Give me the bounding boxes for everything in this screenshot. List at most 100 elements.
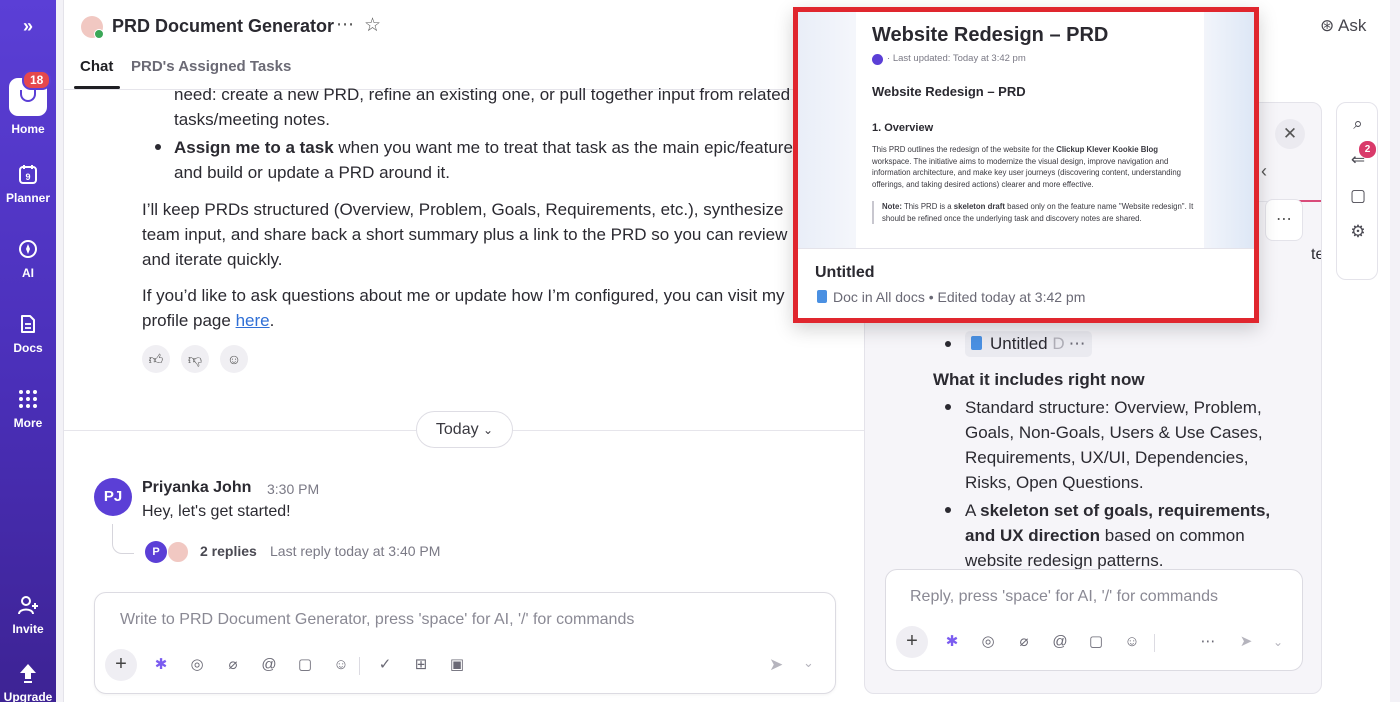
doc-info: Doc in All docs • Edited today at 3:42 p…: [817, 289, 1085, 305]
composer-placeholder[interactable]: Write to PRD Document Generator, press '…: [120, 611, 634, 629]
expand-sidebar-icon[interactable]: »: [0, 16, 56, 37]
comment-icon[interactable]: ▢: [1337, 186, 1379, 206]
thumbs-down-icon[interactable]: 👎︎: [181, 345, 209, 373]
rail-item-docs[interactable]: Docs: [0, 313, 56, 355]
section-heading: What it includes right now: [933, 370, 1145, 389]
panel-text-line: Standard structure: Overview, Problem,: [965, 398, 1262, 417]
home-notification-badge: 18: [22, 70, 52, 90]
bullet-dot: [945, 404, 951, 410]
more-options-icon[interactable]: ⋯: [1198, 632, 1218, 652]
reply-avatar: [167, 541, 189, 563]
create-task-icon[interactable]: ✓: [375, 655, 395, 675]
message-text: Hey, let's get started!: [142, 503, 291, 520]
add-attachment-button[interactable]: +: [896, 626, 928, 658]
calendar-icon: 9: [19, 165, 37, 184]
panel-text-fragment: te: [1311, 246, 1321, 263]
image-icon[interactable]: ▣: [447, 655, 467, 675]
bold-text: Note:: [882, 202, 902, 211]
tab-chat[interactable]: Chat: [80, 58, 113, 75]
rail-item-upgrade[interactable]: Upgrade: [0, 662, 56, 702]
preview-subheading: 1. Overview: [872, 122, 934, 134]
rail-label-upgrade: Upgrade: [3, 690, 53, 702]
panel-text-line: and UX direction based on common: [965, 523, 1245, 548]
search-icon[interactable]: ⌕: [1337, 114, 1379, 134]
toolbar-divider: [1154, 634, 1155, 652]
rail-item-more[interactable]: More: [0, 388, 56, 430]
bullet-dot: [155, 144, 161, 150]
reply-placeholder[interactable]: Reply, press 'space' for AI, '/' for com…: [910, 588, 1218, 606]
text: profile page: [142, 311, 236, 330]
comment-icon[interactable]: ▢: [295, 655, 315, 675]
add-user-icon: [18, 596, 38, 615]
rail-item-ai[interactable]: AI: [0, 238, 56, 280]
panel-text-line: Risks, Open Questions.: [965, 473, 1144, 492]
emoji-icon[interactable]: ☺: [331, 655, 351, 675]
rail-item-planner[interactable]: 9 Planner: [0, 163, 56, 205]
chevron-down-icon[interactable]: ⌄: [1268, 632, 1288, 652]
bold-text: skeleton set of goals, requirements,: [980, 501, 1271, 520]
preview-note: Note: This PRD is a skeleton draft based…: [872, 201, 1196, 224]
chevron-down-icon[interactable]: ⌄: [803, 655, 814, 671]
send-icon[interactable]: ➤: [769, 655, 783, 675]
chat-text-line: tasks/meeting notes.: [174, 110, 330, 129]
chevron-left-icon[interactable]: ‹: [1261, 161, 1267, 182]
more-options-icon[interactable]: ⋯: [1069, 334, 1086, 353]
preview-title: Website Redesign – PRD: [872, 24, 1109, 46]
ai-sparkle-icon[interactable]: ✱: [151, 655, 171, 675]
thumbs-up-icon[interactable]: 👍︎: [142, 345, 170, 373]
text: workspace. The initiative aims to modern…: [872, 156, 1182, 189]
ask-label: Ask: [1338, 16, 1367, 35]
date-label: Today: [435, 421, 479, 438]
close-icon[interactable]: ✕: [1275, 119, 1305, 149]
chat-paragraph-line: team input, and share back a short summa…: [142, 225, 788, 244]
panel-text-line: Goals, Non-Goals, Users & Use Cases,: [965, 423, 1263, 442]
add-doc-icon[interactable]: ⊞: [411, 655, 431, 675]
doc-chip-faded: D: [1052, 334, 1065, 353]
send-icon[interactable]: ➤: [1236, 632, 1256, 652]
text: based on common: [1100, 526, 1245, 545]
rail-label-planner: Planner: [5, 191, 50, 205]
more-options-icon[interactable]: ⋯: [336, 14, 355, 35]
emoji-icon[interactable]: ☺: [1122, 632, 1142, 652]
panel-text-line: A skeleton set of goals, requirements,: [965, 498, 1270, 523]
doc-name[interactable]: Untitled: [815, 264, 875, 282]
brain-icon[interactable]: ◎: [187, 655, 207, 675]
date-jump-button[interactable]: Today ⌄: [416, 411, 513, 448]
ask-button[interactable]: ⊛ Ask: [1320, 16, 1366, 36]
thread-connector: [112, 524, 134, 554]
paperclip-icon[interactable]: ⌀: [223, 655, 243, 675]
more-options-icon[interactable]: ⋯: [1265, 199, 1303, 241]
bold-text: Clickup Klever Kookie Blog: [1056, 145, 1159, 154]
rail-label-more: More: [13, 416, 43, 430]
brain-icon[interactable]: ◎: [978, 632, 998, 652]
profile-link[interactable]: here: [236, 311, 270, 330]
rail-divider: [56, 0, 64, 702]
message-composer[interactable]: Write to PRD Document Generator, press '…: [94, 592, 836, 694]
ai-sparkle-icon[interactable]: ✱: [942, 632, 962, 652]
text: A: [965, 501, 981, 520]
mention-icon[interactable]: @: [259, 655, 279, 675]
rail-item-invite[interactable]: Invite: [0, 594, 56, 636]
scrollbar-track[interactable]: [1390, 0, 1400, 702]
tab-assigned-tasks[interactable]: PRD's Assigned Tasks: [131, 58, 291, 75]
avatar[interactable]: PJ: [94, 478, 132, 516]
star-icon[interactable]: ☆: [364, 14, 381, 37]
reply-composer[interactable]: Reply, press 'space' for AI, '/' for com…: [885, 569, 1303, 671]
add-attachment-button[interactable]: +: [105, 649, 137, 681]
thread-replies-link[interactable]: 2 replies: [200, 543, 257, 559]
rail-item-home[interactable]: 18 Home: [0, 70, 56, 136]
message-timestamp: 3:30 PM: [267, 481, 320, 497]
paperclip-icon[interactable]: ⌀: [1014, 632, 1034, 652]
bullet-text: when you want me to treat that task as t…: [333, 138, 793, 157]
page-title: PRD Document Generator: [112, 16, 335, 36]
gear-icon[interactable]: ⚙: [1337, 222, 1379, 242]
rail-label-home: Home: [11, 122, 45, 136]
doc-preview-popover[interactable]: Website Redesign – PRD · Last updated: T…: [793, 7, 1259, 323]
message-author[interactable]: Priyanka John: [142, 479, 251, 497]
chat-paragraph-line: and iterate quickly.: [142, 250, 283, 269]
doc-chip[interactable]: Untitled D ⋯: [965, 331, 1092, 357]
mention-icon[interactable]: @: [1050, 632, 1070, 652]
text: .: [269, 311, 275, 330]
add-reaction-icon[interactable]: ☺: [220, 345, 248, 373]
comment-icon[interactable]: ▢: [1086, 632, 1106, 652]
